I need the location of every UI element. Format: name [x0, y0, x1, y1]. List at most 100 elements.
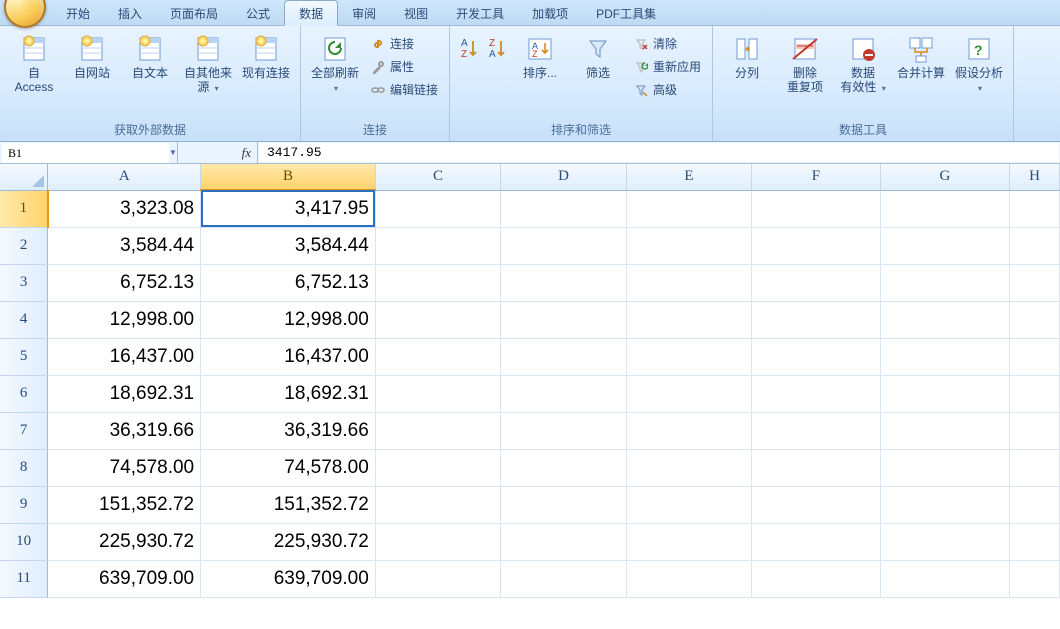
tab-PDF工具集[interactable]: PDF工具集 [582, 1, 670, 25]
cell-B2[interactable]: 3,584.44 [201, 227, 376, 264]
cell-D1[interactable] [501, 190, 626, 227]
cell-G10[interactable] [880, 523, 1009, 560]
cell-G2[interactable] [880, 227, 1009, 264]
sort-desc-button[interactable]: ZA [484, 30, 510, 67]
cell-D3[interactable] [501, 264, 626, 301]
row-header-4[interactable]: 4 [0, 301, 48, 338]
cell-A2[interactable]: 3,584.44 [48, 227, 201, 264]
cell-B6[interactable]: 18,692.31 [201, 375, 376, 412]
properties-button[interactable]: 属性 [365, 55, 443, 78]
cell-E10[interactable] [626, 523, 751, 560]
cell-F11[interactable] [752, 560, 880, 597]
cell-H11[interactable] [1010, 560, 1060, 597]
cell-H2[interactable] [1010, 227, 1060, 264]
cell-E11[interactable] [626, 560, 751, 597]
tab-加载项[interactable]: 加载项 [518, 1, 582, 25]
cell-G5[interactable] [880, 338, 1009, 375]
row-header-5[interactable]: 5 [0, 338, 48, 375]
cell-G9[interactable] [880, 486, 1009, 523]
cell-A11[interactable]: 639,709.00 [48, 560, 201, 597]
cell-G1[interactable] [880, 190, 1009, 227]
cell-H9[interactable] [1010, 486, 1060, 523]
cell-C2[interactable] [375, 227, 500, 264]
tab-开发工具[interactable]: 开发工具 [442, 1, 518, 25]
cell-C7[interactable] [375, 412, 500, 449]
cell-A6[interactable]: 18,692.31 [48, 375, 201, 412]
sort-button[interactable]: AZ排序... [512, 30, 568, 81]
name-box-dropdown[interactable]: ▼ [169, 148, 177, 157]
clear-button[interactable]: 清除 [628, 32, 706, 55]
cell-D4[interactable] [501, 301, 626, 338]
from-text-button[interactable]: 自文本 [122, 30, 178, 81]
cell-A4[interactable]: 12,998.00 [48, 301, 201, 338]
row-header-11[interactable]: 11 [0, 560, 48, 597]
cell-H4[interactable] [1010, 301, 1060, 338]
cell-C6[interactable] [375, 375, 500, 412]
tab-审阅[interactable]: 审阅 [338, 1, 390, 25]
cell-D11[interactable] [501, 560, 626, 597]
tab-公式[interactable]: 公式 [232, 1, 284, 25]
cell-B10[interactable]: 225,930.72 [201, 523, 376, 560]
from-access-button[interactable]: 自 Access [6, 30, 62, 95]
cell-A3[interactable]: 6,752.13 [48, 264, 201, 301]
cell-F3[interactable] [752, 264, 880, 301]
cell-F5[interactable] [752, 338, 880, 375]
cell-F6[interactable] [752, 375, 880, 412]
cell-G4[interactable] [880, 301, 1009, 338]
cell-F10[interactable] [752, 523, 880, 560]
cell-D7[interactable] [501, 412, 626, 449]
column-header-H[interactable]: H [1010, 164, 1060, 190]
whatif-button[interactable]: ?假设分析 ▾ [951, 30, 1007, 97]
worksheet-grid[interactable]: ABCDEFGH13,323.083,417.9523,584.443,584.… [0, 164, 1060, 629]
name-box[interactable] [2, 143, 169, 163]
cell-C4[interactable] [375, 301, 500, 338]
cell-H7[interactable] [1010, 412, 1060, 449]
from-web-button[interactable]: 自网站 [64, 30, 120, 81]
cell-D6[interactable] [501, 375, 626, 412]
cell-D5[interactable] [501, 338, 626, 375]
cell-G8[interactable] [880, 449, 1009, 486]
row-header-3[interactable]: 3 [0, 264, 48, 301]
sort-asc-button[interactable]: AZ [456, 30, 482, 67]
cell-D2[interactable] [501, 227, 626, 264]
cell-B11[interactable]: 639,709.00 [201, 560, 376, 597]
cell-B7[interactable]: 36,319.66 [201, 412, 376, 449]
cell-B3[interactable]: 6,752.13 [201, 264, 376, 301]
cell-F4[interactable] [752, 301, 880, 338]
from-other-button[interactable]: 自其他来源 ▾ [180, 30, 236, 97]
cell-B5[interactable]: 16,437.00 [201, 338, 376, 375]
text-to-col-button[interactable]: 分列 [719, 30, 775, 81]
row-header-9[interactable]: 9 [0, 486, 48, 523]
column-header-B[interactable]: B [201, 164, 376, 190]
cell-E3[interactable] [626, 264, 751, 301]
cell-B4[interactable]: 12,998.00 [201, 301, 376, 338]
tab-页面布局[interactable]: 页面布局 [156, 1, 232, 25]
cell-F7[interactable] [752, 412, 880, 449]
cell-G6[interactable] [880, 375, 1009, 412]
connections-button[interactable]: 连接 [365, 32, 443, 55]
cell-F8[interactable] [752, 449, 880, 486]
cell-H1[interactable] [1010, 190, 1060, 227]
tab-开始[interactable]: 开始 [52, 1, 104, 25]
cell-E9[interactable] [626, 486, 751, 523]
cell-C3[interactable] [375, 264, 500, 301]
remove-dup-button[interactable]: 删除 重复项 [777, 30, 833, 95]
row-header-8[interactable]: 8 [0, 449, 48, 486]
row-header-6[interactable]: 6 [0, 375, 48, 412]
cell-E4[interactable] [626, 301, 751, 338]
cell-D10[interactable] [501, 523, 626, 560]
data-valid-button[interactable]: 数据 有效性 ▾ [835, 30, 891, 97]
cell-F1[interactable] [752, 190, 880, 227]
cell-A9[interactable]: 151,352.72 [48, 486, 201, 523]
cell-C1[interactable] [375, 190, 500, 227]
row-header-7[interactable]: 7 [0, 412, 48, 449]
cell-D8[interactable] [501, 449, 626, 486]
cell-E2[interactable] [626, 227, 751, 264]
column-header-G[interactable]: G [880, 164, 1009, 190]
row-header-2[interactable]: 2 [0, 227, 48, 264]
cell-H8[interactable] [1010, 449, 1060, 486]
cell-E5[interactable] [626, 338, 751, 375]
cell-D9[interactable] [501, 486, 626, 523]
consolidate-button[interactable]: 合并计算 [893, 30, 949, 81]
cell-H6[interactable] [1010, 375, 1060, 412]
